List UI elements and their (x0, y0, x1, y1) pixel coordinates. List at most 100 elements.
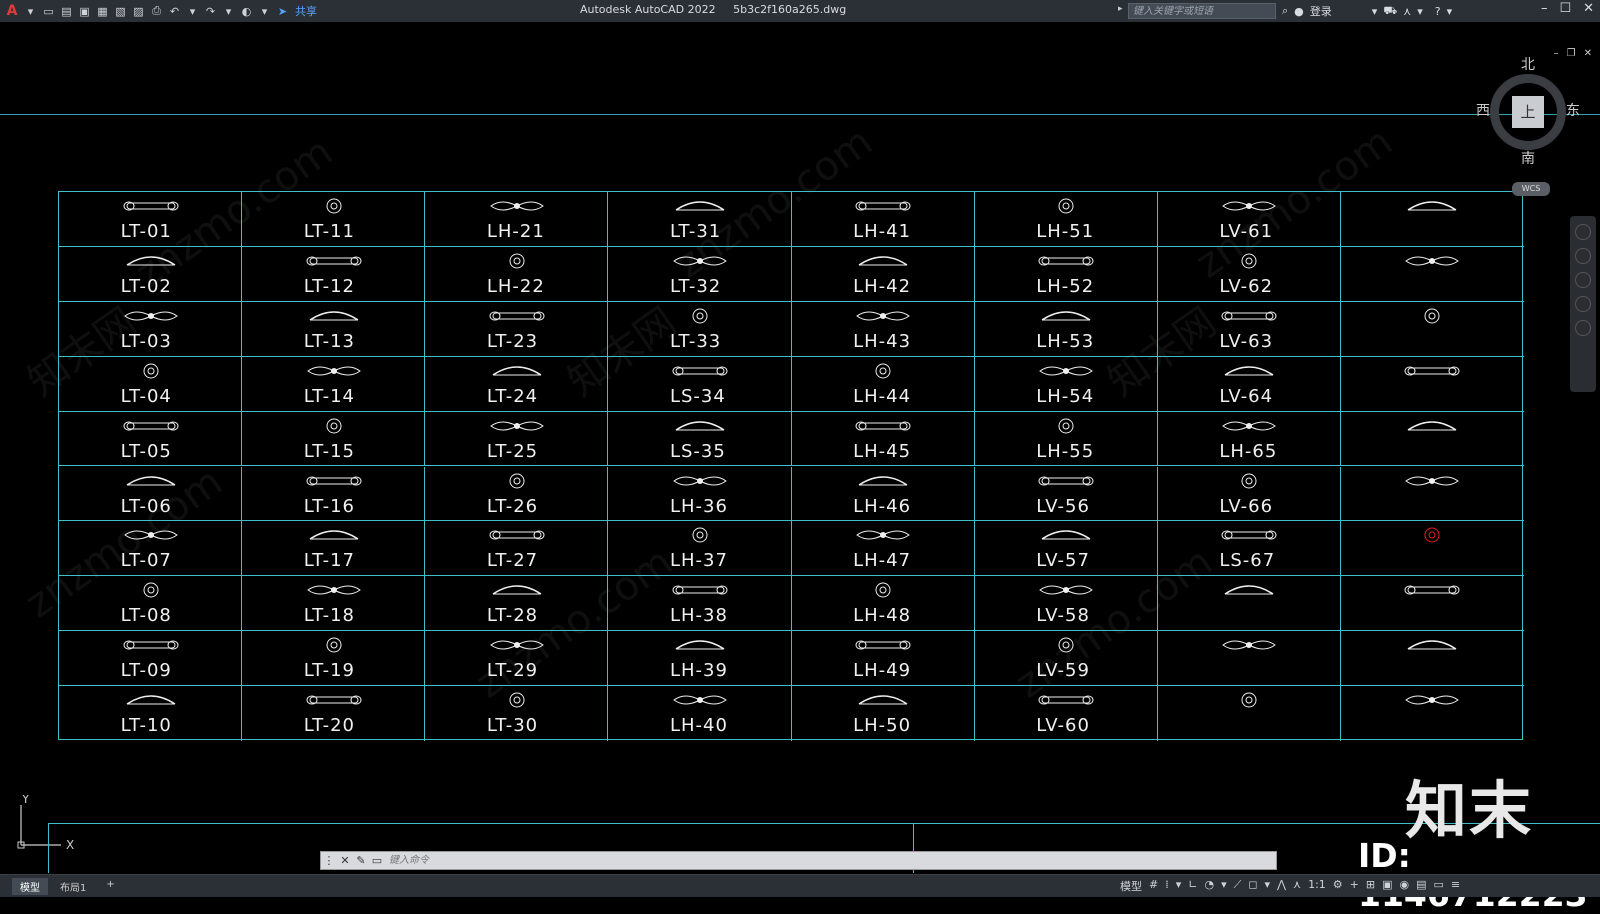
customize-menu-icon[interactable]: ≡ (1451, 878, 1460, 894)
user-icon[interactable]: ● (1294, 5, 1304, 18)
handle-drawing-icon (1038, 476, 1094, 485)
search-icon[interactable]: ⌕ (1282, 4, 1288, 18)
steering-wheel-icon[interactable] (1575, 224, 1591, 240)
compass-south[interactable]: 南 (1521, 148, 1535, 168)
autoscale-icon[interactable]: ⋏ (1293, 878, 1301, 894)
save-icon[interactable]: ▣ (77, 4, 92, 19)
handle-drawing-icon (123, 311, 178, 321)
table-cell: LH-41 (791, 192, 975, 247)
wcs-menu[interactable]: WCS (1512, 182, 1550, 196)
help-dropdown-icon[interactable]: ▾ (1447, 5, 1453, 18)
orbit-icon[interactable] (1575, 296, 1591, 312)
share-icon[interactable]: ➤ (275, 4, 290, 19)
ortho-icon[interactable]: ∟ (1188, 878, 1197, 894)
cart-icon[interactable]: ⛟ (1383, 4, 1397, 19)
add-icon[interactable]: + (1350, 878, 1359, 894)
save-as-icon[interactable]: ▦ (95, 4, 110, 19)
minimize-icon[interactable]: – (1541, 1, 1548, 16)
units-icon[interactable]: ⊞ (1366, 878, 1375, 894)
redo-icon[interactable]: ↷ (203, 4, 218, 19)
table-cell: LV-58 (974, 576, 1158, 632)
expand-arrow-icon[interactable]: ▸ (1118, 4, 1123, 14)
customize-dropdown-icon[interactable]: ▾ (257, 4, 272, 19)
plot-icon[interactable]: ⎙ (149, 4, 164, 19)
new-file-icon[interactable]: ▭ (41, 4, 56, 19)
doc-minimize-icon[interactable]: – (1554, 48, 1559, 59)
table-cell: LV-57 (974, 521, 1158, 577)
close-icon[interactable]: ✕ (1583, 1, 1594, 16)
compass-east[interactable]: 东 (1566, 100, 1580, 120)
search-input[interactable]: 键入关键字或短语 (1128, 3, 1276, 19)
a360-dropdown-icon[interactable]: ▾ (1417, 5, 1423, 18)
share-label[interactable]: 共享 (295, 3, 317, 19)
doc-close-icon[interactable]: ✕ (1584, 48, 1592, 59)
tab-layout1[interactable]: 布局1 (52, 878, 94, 895)
help-icon[interactable]: ? (1435, 5, 1441, 18)
model-space-label[interactable]: 模型 (1120, 878, 1142, 894)
maximize-icon[interactable]: ☐ (1559, 1, 1571, 16)
handle-catalog-table: LT-01 LT-11 LH-21 LT-31 LH-41 LH-51 LV-61 LT-02… (58, 191, 1524, 741)
doc-restore-icon[interactable]: ❐ (1567, 48, 1576, 59)
table-cell: LT-31 (608, 192, 792, 247)
handle-drawing-icon (143, 582, 159, 598)
annotation-visibility-icon[interactable]: ⋀ (1277, 878, 1286, 894)
table-cell: LH-46 (791, 466, 975, 522)
table-cell (1340, 412, 1524, 467)
command-customize-icon[interactable]: ✎ (353, 852, 369, 869)
a360-icon[interactable]: ⋏ (1403, 5, 1411, 18)
command-grip-icon[interactable]: ⋮ (321, 852, 337, 869)
workspace-icon[interactable]: ◐ (239, 4, 254, 19)
handle-drawing-icon (326, 198, 342, 214)
tab-add[interactable]: + (98, 878, 122, 895)
handle-code-label: LH-41 (853, 221, 912, 242)
osnap-dropdown-icon[interactable]: ▾ (1264, 878, 1270, 894)
handle-drawing-icon (1058, 637, 1074, 653)
web-mobile-open-icon[interactable]: ▧ (113, 4, 128, 19)
polar-icon[interactable]: ◔ (1204, 878, 1214, 894)
workspace-gear-icon[interactable]: ⚙ (1333, 878, 1343, 894)
isodraft-icon[interactable]: ⟋ (1234, 878, 1242, 894)
showmotion-icon[interactable] (1575, 320, 1591, 336)
compass-west[interactable]: 西 (1476, 100, 1490, 120)
table-cell: LT-30 (425, 686, 609, 741)
polar-dropdown-icon[interactable]: ▾ (1221, 878, 1227, 894)
handle-code-label: LT-08 (120, 605, 172, 627)
dropdown-arrow-icon[interactable]: ▾ (23, 4, 38, 19)
handle-drawing-icon (309, 530, 359, 541)
table-cell: LH-40 (608, 686, 792, 741)
login-label[interactable]: 登录 (1310, 3, 1332, 19)
viewcube-top-face[interactable]: 上 (1512, 96, 1544, 128)
viewcube[interactable]: 上 北 南 西 东 (1476, 57, 1580, 170)
open-folder-icon[interactable]: ▤ (59, 4, 74, 19)
undo-icon[interactable]: ↶ (167, 4, 182, 19)
tab-model[interactable]: 模型 (12, 878, 48, 895)
table-cell: LH-43 (791, 301, 975, 357)
handle-code-label: LT-04 (120, 385, 172, 407)
clean-screen-icon[interactable]: ▭ (1434, 878, 1444, 894)
snap-dropdown-icon[interactable]: ▾ (1176, 878, 1182, 894)
handle-code-label: LT-10 (120, 715, 172, 737)
pan-icon[interactable] (1575, 248, 1591, 264)
grid-icon[interactable]: # (1149, 878, 1158, 894)
osnap-icon[interactable]: ◻ (1248, 878, 1257, 894)
command-recent-icon[interactable]: ▭ (369, 852, 385, 869)
handle-code-label: LH-39 (669, 660, 728, 682)
compass-north[interactable]: 北 (1521, 54, 1535, 74)
zoom-icon[interactable] (1575, 272, 1591, 288)
command-close-icon[interactable]: ✕ (337, 852, 353, 869)
command-input[interactable] (385, 851, 1251, 870)
handle-drawing-icon (675, 201, 725, 211)
snap-icon[interactable]: ⁞ (1165, 878, 1169, 894)
login-dropdown-icon[interactable]: ▾ (1372, 5, 1378, 18)
web-mobile-save-icon[interactable]: ▨ (131, 4, 146, 19)
isolate-icon[interactable]: ◉ (1400, 878, 1410, 894)
table-cell (1340, 192, 1524, 247)
hardware-accel-icon[interactable]: ▤ (1416, 878, 1426, 894)
command-line[interactable]: ⋮ ✕ ✎ ▭ (320, 851, 1277, 870)
annotation-scale[interactable]: 1:1 (1308, 878, 1326, 894)
autocad-logo-icon[interactable]: A (4, 3, 20, 19)
quick-properties-icon[interactable]: ▣ (1382, 878, 1392, 894)
redo-dropdown-icon[interactable]: ▾ (221, 4, 236, 19)
handle-drawing-icon (123, 421, 179, 431)
undo-dropdown-icon[interactable]: ▾ (185, 4, 200, 19)
